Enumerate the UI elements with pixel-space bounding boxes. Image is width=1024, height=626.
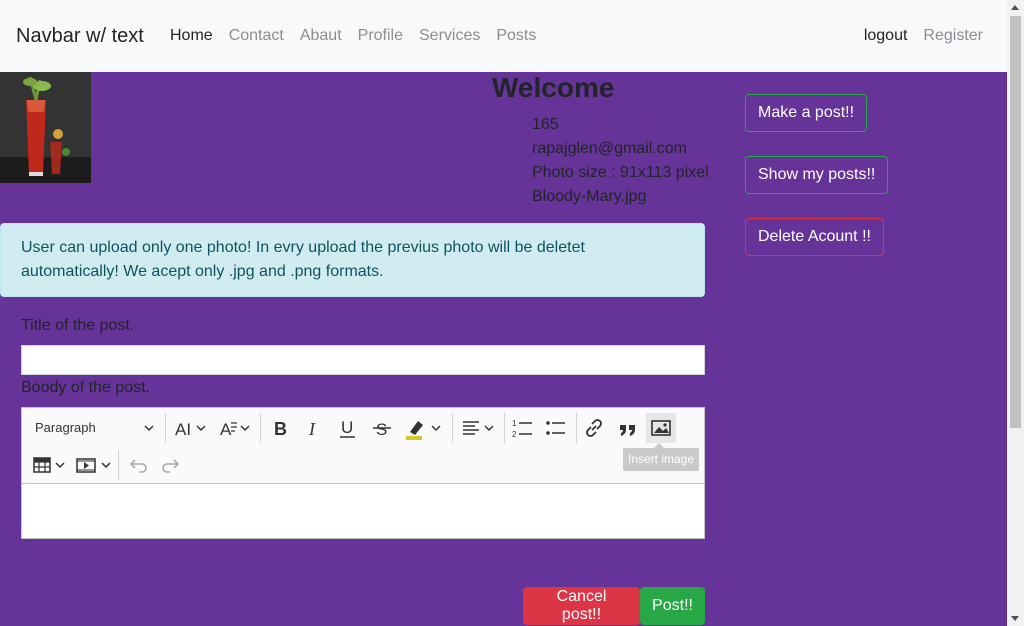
insert-table-icon[interactable] <box>30 450 68 480</box>
info-alert: User can upload only one photo! In evry … <box>0 223 705 297</box>
editor-toolbar: Paragraph AI A B I U S 1 2 Insert image <box>22 408 704 484</box>
profile-info: 165 rapajglen@gmail.com Photo size : 91x… <box>532 113 709 209</box>
nav-link-logout[interactable]: logout <box>864 27 908 45</box>
nav-right: logout Register <box>848 27 983 45</box>
italic-icon[interactable]: I <box>299 413 329 443</box>
photo-filename: Bloody-Mary.jpg <box>532 188 647 205</box>
svg-text:U: U <box>341 418 353 437</box>
welcome-heading: Welcome <box>492 72 615 103</box>
heading-select[interactable]: Paragraph <box>28 413 158 443</box>
title-label: Title of the post. <box>21 317 135 334</box>
nav-link-profile[interactable]: Profile <box>358 27 403 45</box>
toolbar-separator <box>260 413 261 443</box>
svg-text:2: 2 <box>512 430 517 439</box>
align-icon[interactable] <box>459 413 499 443</box>
highlight-icon[interactable] <box>400 413 446 443</box>
body-label: Boody of the post. <box>21 379 150 396</box>
nav-link-posts[interactable]: Posts <box>496 27 536 45</box>
scroll-down-arrow-icon[interactable] <box>1011 616 1019 621</box>
undo-icon[interactable] <box>123 450 153 480</box>
delete-account-button[interactable]: Delete Acount !! <box>745 218 884 256</box>
font-size-icon[interactable]: AI <box>173 413 209 443</box>
nav-link-contact[interactable]: Contact <box>229 27 284 45</box>
nav-link-home[interactable]: Home <box>170 27 213 45</box>
nav-link-about[interactable]: Abaut <box>300 27 342 45</box>
strikethrough-icon[interactable]: S <box>367 413 397 443</box>
editor-content-area[interactable] <box>22 485 704 538</box>
navbar: Navbar w/ text Home Contact Abaut Profil… <box>0 0 1007 72</box>
underline-icon[interactable]: U <box>333 413 363 443</box>
nav-link-register[interactable]: Register <box>923 27 983 45</box>
svg-text:A: A <box>220 420 232 439</box>
toolbar-separator <box>165 413 166 443</box>
submit-post-button[interactable]: Post!! <box>640 587 705 625</box>
rich-text-editor: Paragraph AI A B I U S 1 2 Insert image <box>21 407 705 539</box>
toolbar-separator <box>118 450 119 480</box>
font-family-icon[interactable]: A <box>217 413 253 443</box>
bulleted-list-icon[interactable] <box>541 413 571 443</box>
blockquote-icon[interactable] <box>613 413 643 443</box>
toolbar-separator <box>452 413 453 443</box>
profile-photo <box>0 72 91 183</box>
scroll-thumb[interactable] <box>1010 16 1021 428</box>
chevron-down-icon <box>144 413 154 455</box>
user-id: 165 <box>532 116 559 133</box>
svg-text:B: B <box>274 419 287 439</box>
nav-link-services[interactable]: Services <box>419 27 480 45</box>
photo-size: Photo size : 91x113 pixel <box>532 164 709 181</box>
link-icon[interactable] <box>579 413 609 443</box>
toolbar-separator <box>504 413 505 443</box>
cancel-post-button[interactable]: Cancel post!! <box>523 587 640 625</box>
scroll-up-arrow-icon[interactable] <box>1011 5 1019 10</box>
insert-image-icon[interactable] <box>646 413 676 443</box>
numbered-list-icon[interactable]: 12 <box>508 413 538 443</box>
make-post-button[interactable]: Make a post!! <box>745 94 868 132</box>
bold-icon[interactable]: B <box>266 413 296 443</box>
heading-select-label: Paragraph <box>35 420 96 435</box>
svg-text:S: S <box>376 420 387 439</box>
nav-links: Home Contact Abaut Profile Services Post… <box>170 27 552 45</box>
show-posts-button[interactable]: Show my posts!! <box>745 156 889 194</box>
insert-image-tooltip: Insert image <box>623 443 700 471</box>
user-email: rapajglen@gmail.com <box>532 140 687 157</box>
insert-media-icon[interactable] <box>73 450 115 480</box>
svg-text:I: I <box>308 419 316 439</box>
navbar-brand[interactable]: Navbar w/ text <box>16 25 144 48</box>
scrollbar[interactable] <box>1007 0 1024 626</box>
title-input[interactable] <box>21 345 705 375</box>
svg-text:1: 1 <box>512 419 517 428</box>
toolbar-separator <box>576 413 577 443</box>
redo-icon[interactable] <box>156 450 186 480</box>
svg-text:AI: AI <box>175 420 191 439</box>
